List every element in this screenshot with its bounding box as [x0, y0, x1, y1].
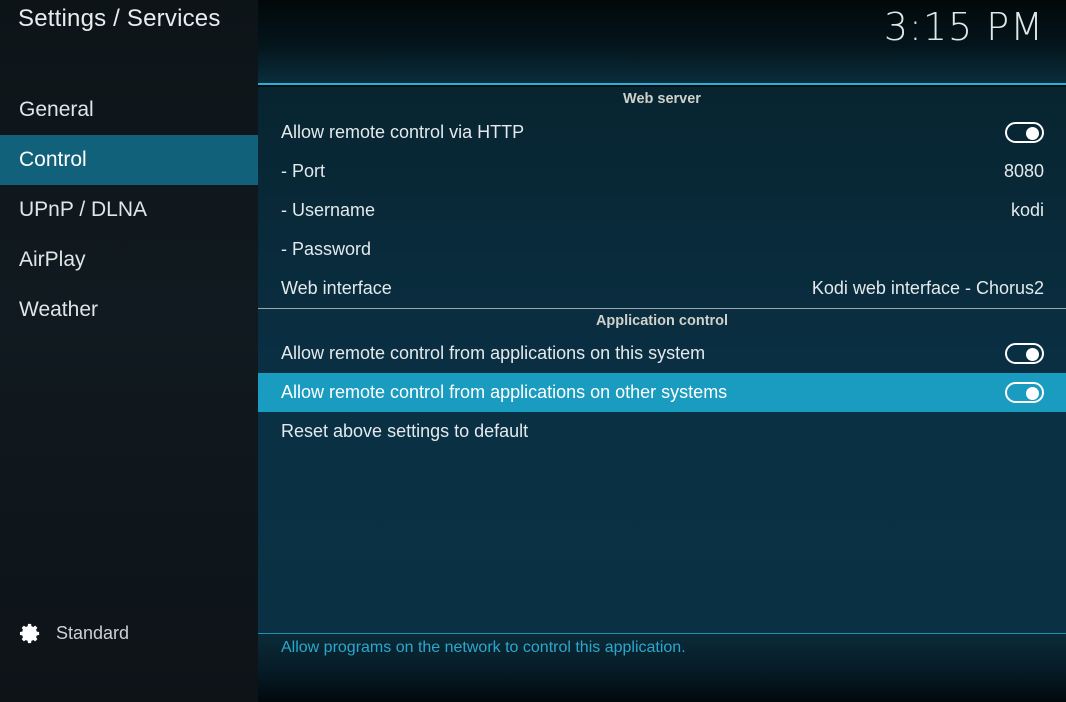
toggle-knob — [1026, 126, 1039, 140]
setting-label: - Username — [281, 200, 376, 220]
setting-label: - Password — [281, 239, 372, 259]
breadcrumb-title: Settings / Services — [18, 5, 221, 32]
gear-icon — [19, 622, 42, 645]
top-header-bar: 3:15 PM — [258, 0, 1066, 85]
sidebar: Settings / Services General Control UPnP /… — [0, 0, 258, 702]
sidebar-item-label: Weather — [19, 298, 98, 321]
setting-row[interactable]: - Username kodi — [258, 191, 1066, 230]
setting-value: kodi — [1010, 200, 1044, 220]
setting-label: Web interface — [281, 278, 392, 298]
main-panel: 3:15 PM Web server Allow remote control v… — [258, 0, 1066, 702]
setting-row[interactable]: Reset above settings to default — [258, 412, 1066, 451]
setting-row[interactable]: Allow remote control from applications o… — [258, 334, 1066, 373]
section-header-label: Application control — [595, 313, 729, 329]
section-header: Web server — [258, 87, 1066, 113]
profile-label: Standard — [56, 623, 130, 643]
hint-text: Allow programs on the network to control… — [281, 639, 686, 656]
sidebar-item-control[interactable]: Control — [0, 135, 258, 185]
setting-row[interactable]: Allow remote control from applications o… — [258, 373, 1066, 412]
setting-row[interactable]: Web interface Kodi web interface - Chorus… — [258, 269, 1066, 308]
settings-list: Web server Allow remote control via HTTP -… — [258, 87, 1066, 633]
setting-value: Kodi web interface - Chorus2 — [811, 278, 1044, 298]
setting-value: 8080 — [1003, 161, 1044, 181]
setting-row[interactable]: - Password — [258, 230, 1066, 269]
section-header: Application control — [258, 308, 1066, 334]
sidebar-item-general[interactable]: General — [0, 85, 258, 135]
setting-row[interactable]: Allow remote control via HTTP — [258, 113, 1066, 152]
toggle-switch[interactable] — [1005, 343, 1044, 364]
sidebar-item-label: General — [19, 98, 94, 121]
setting-label: Reset above settings to default — [281, 421, 529, 441]
sidebar-item-label: Control — [19, 148, 87, 171]
sidebar-item-label: UPnP / DLNA — [19, 198, 147, 221]
setting-row[interactable]: - Port 8080 — [258, 152, 1066, 191]
sidebar-item-weather[interactable]: Weather — [0, 285, 258, 335]
hint-bar: Allow programs on the network to control… — [258, 633, 1066, 702]
sidebar-item-airplay[interactable]: AirPlay — [0, 235, 258, 285]
toggle-knob — [1026, 347, 1039, 361]
toggle-knob — [1026, 386, 1039, 400]
toggle-switch[interactable] — [1005, 122, 1044, 143]
setting-label: Allow remote control from applications o… — [281, 382, 728, 402]
toggle-switch[interactable] — [1005, 382, 1044, 403]
setting-label: - Port — [281, 161, 326, 181]
kodi-settings-window: Settings / Services General Control UPnP /… — [0, 0, 1066, 702]
section-header-label: Web server — [623, 91, 701, 107]
profile-selector[interactable]: Standard — [19, 622, 129, 645]
setting-label: Allow remote control from applications o… — [281, 343, 706, 363]
clock: 3:15 PM — [883, 5, 1044, 49]
sidebar-item-upnp-dlna[interactable]: UPnP / DLNA — [0, 185, 258, 235]
sidebar-nav: General Control UPnP / DLNA AirPlay Weather — [0, 85, 258, 335]
sidebar-item-label: AirPlay — [19, 248, 86, 271]
setting-label: Allow remote control via HTTP — [281, 122, 525, 142]
